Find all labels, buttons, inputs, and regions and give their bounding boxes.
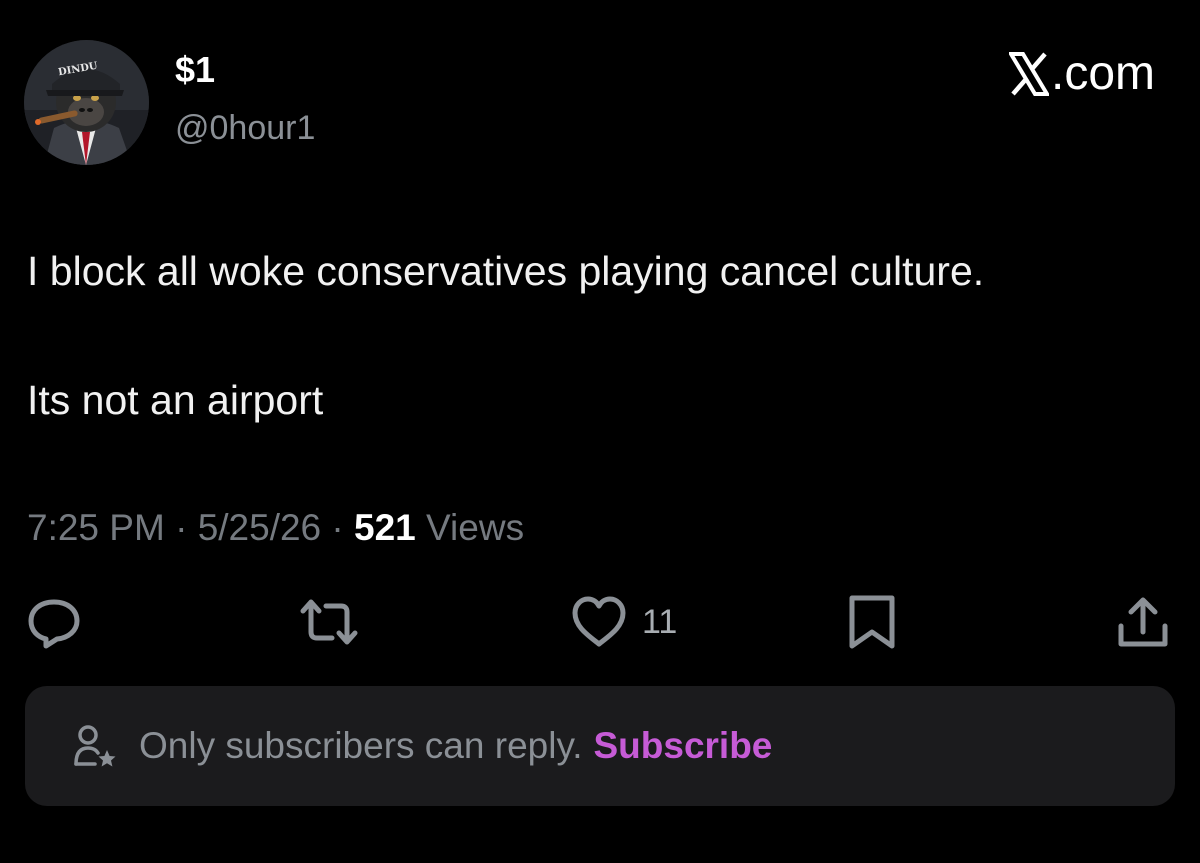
views-count: 521: [354, 507, 416, 548]
reply-icon: [28, 599, 80, 649]
like-button[interactable]: 11: [570, 594, 677, 650]
brand-watermark: .com: [1008, 47, 1155, 100]
x-logo-icon: [1008, 52, 1049, 96]
author-display-name[interactable]: $1: [175, 50, 215, 90]
tweet-meta: 7:25 PM · 5/25/26 · 521 Views: [27, 505, 524, 551]
gorilla-avatar-image: [24, 40, 149, 165]
views-label: Views: [426, 507, 525, 548]
bookmark-button[interactable]: [846, 594, 898, 650]
reply-button[interactable]: [25, 594, 83, 650]
subscribe-link[interactable]: Subscribe: [593, 725, 772, 767]
bookmark-icon: [849, 595, 895, 649]
tweet-text-line-1: I block all woke conservatives playing c…: [27, 248, 985, 294]
like-count: 11: [642, 602, 678, 641]
brand-label: .com: [1050, 47, 1155, 100]
tweet-text-line-2: Its not an airport: [27, 377, 324, 423]
meta-separator: ·: [175, 507, 188, 548]
reply-restriction-text: Only subscribers can reply.: [139, 725, 583, 766]
heart-icon: [572, 596, 626, 647]
person-star-icon: [74, 725, 116, 767]
share-button[interactable]: [1115, 594, 1171, 650]
avatar[interactable]: DINDU: [24, 40, 149, 165]
repost-button[interactable]: [298, 594, 360, 650]
repost-icon: [300, 599, 358, 645]
meta-separator: ·: [331, 507, 344, 548]
share-icon: [1118, 597, 1168, 647]
tweet-date[interactable]: 5/25/26: [198, 507, 321, 548]
tweet-time[interactable]: 7:25 PM: [27, 507, 165, 548]
reply-restriction-banner: Only subscribers can reply. Subscribe: [25, 686, 1175, 806]
author-handle[interactable]: @0hour1: [175, 108, 315, 148]
